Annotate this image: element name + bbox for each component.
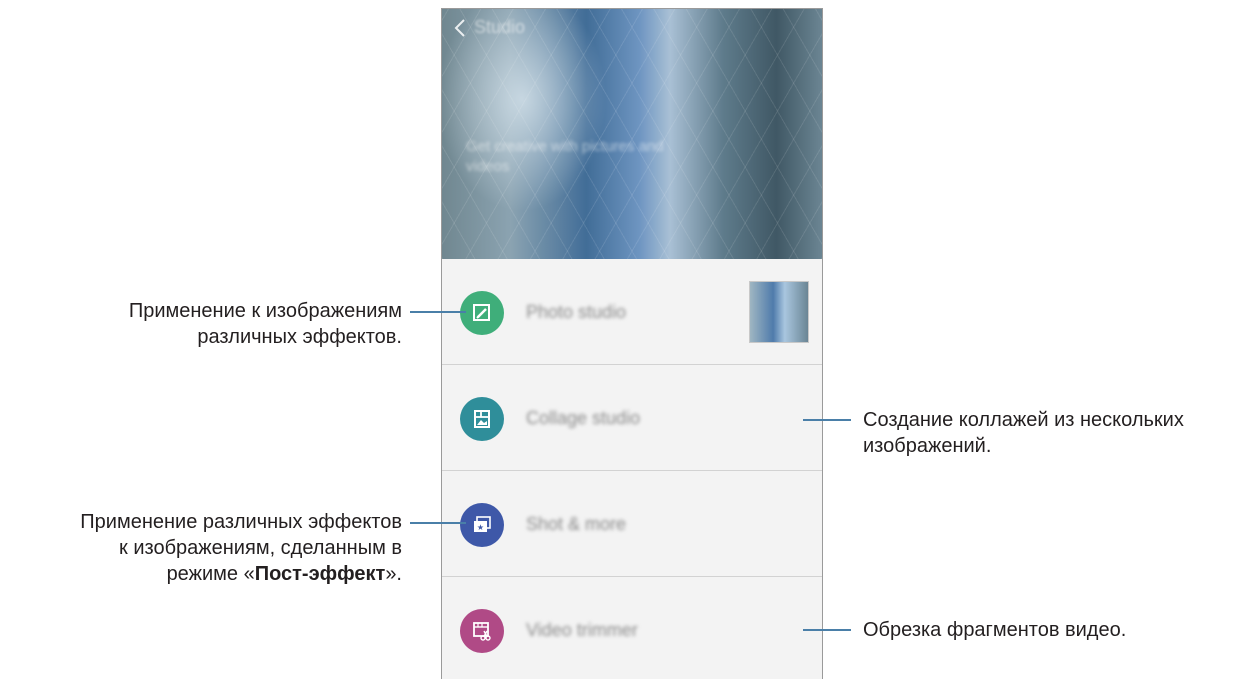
leader-line bbox=[803, 419, 851, 421]
phone-screen: Studio Get creative with pictures and vi… bbox=[441, 8, 823, 679]
list-item-label: Collage studio bbox=[526, 408, 641, 428]
video-trim-icon bbox=[460, 609, 504, 653]
list-item-photo-studio[interactable]: Photo studio bbox=[442, 259, 822, 365]
annotation-line: Обрезка фрагментов видео. bbox=[863, 619, 1127, 641]
annotation-line: режиме «Пост-эффект». bbox=[10, 561, 402, 587]
annotation-video-trimmer: Обрезка фрагментов видео. bbox=[863, 617, 1258, 643]
svg-text:★: ★ bbox=[477, 523, 484, 532]
annotation-collage-studio: Создание коллажей из нескольких изображе… bbox=[863, 407, 1258, 459]
list-item-shot-more[interactable]: ★ Shot & more bbox=[442, 471, 822, 577]
manual-figure: Studio Get creative with pictures and vi… bbox=[0, 0, 1258, 679]
photo-thumbnail bbox=[749, 281, 809, 343]
annotation-line: Применение к изображениям bbox=[128, 300, 402, 322]
annotation-text: режиме « bbox=[166, 563, 255, 585]
annotation-line: различных эффектов. bbox=[197, 326, 402, 348]
app-title: Studio bbox=[474, 17, 526, 37]
leader-line bbox=[410, 311, 466, 313]
annotation-line: Создание коллажей из нескольких bbox=[863, 409, 1184, 431]
shot-more-icon: ★ bbox=[460, 503, 504, 547]
collage-icon bbox=[460, 397, 504, 441]
annotation-line: Применение различных эффектов bbox=[80, 511, 402, 533]
list-item-video-trimmer[interactable]: Video trimmer bbox=[442, 577, 822, 679]
hero-banner: Studio Get creative with pictures and vi… bbox=[442, 9, 822, 259]
leader-line bbox=[803, 629, 851, 631]
list-item-label: Shot & more bbox=[526, 514, 627, 534]
list-item-label: Video trimmer bbox=[526, 620, 638, 640]
hero-tagline: Get creative with pictures and videos bbox=[466, 138, 664, 175]
list-item-label: Photo studio bbox=[526, 302, 627, 322]
annotation-line: к изображениям, сделанным в bbox=[119, 537, 402, 559]
list-item-collage-studio[interactable]: Collage studio bbox=[442, 365, 822, 471]
annotation-line: изображений. bbox=[863, 435, 992, 457]
studio-list: Photo studio Collage studio ★ Shot & mor… bbox=[442, 259, 822, 679]
back-arrow-icon[interactable] bbox=[452, 17, 468, 39]
annotation-shot-more: Применение различных эффектов к изображе… bbox=[10, 509, 402, 587]
photo-edit-icon bbox=[460, 291, 504, 335]
annotation-bold-term: Пост-эффект bbox=[254, 563, 386, 585]
annotation-photo-studio: Применение к изображениям различных эффе… bbox=[40, 298, 402, 350]
annotation-text: ». bbox=[385, 563, 402, 585]
leader-line bbox=[410, 522, 466, 524]
